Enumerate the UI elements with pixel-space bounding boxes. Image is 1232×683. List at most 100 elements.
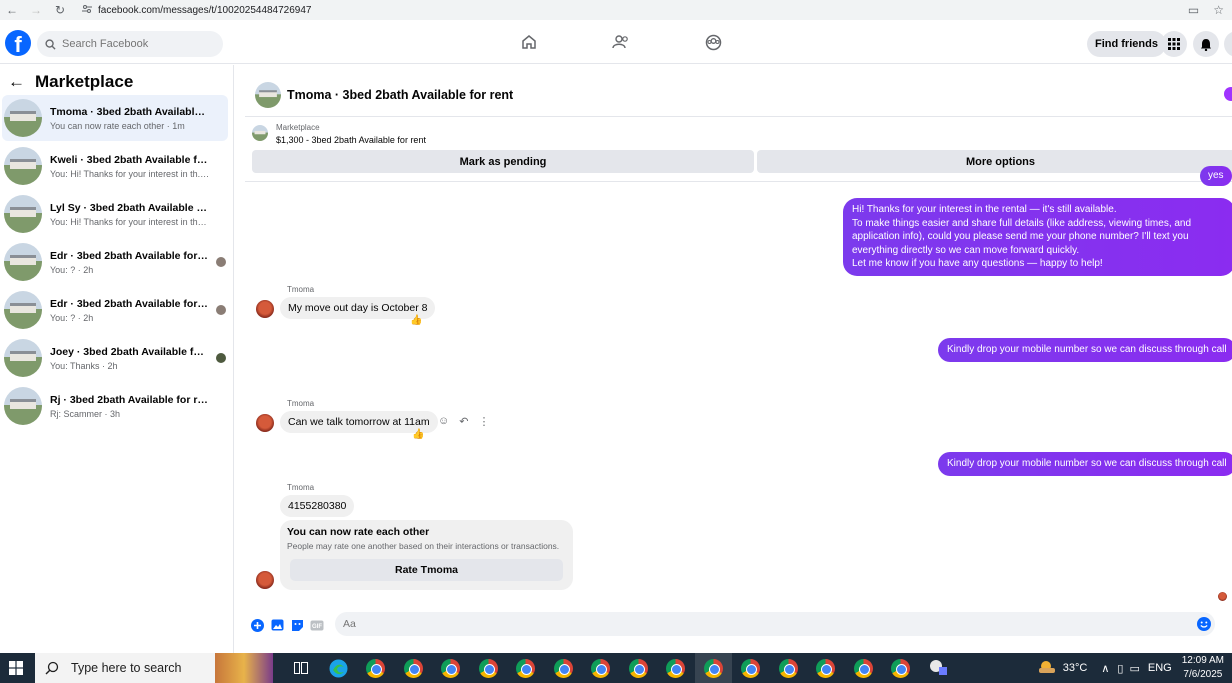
- friends-icon[interactable]: [612, 32, 630, 52]
- address-bar[interactable]: facebook.com/messages/t/100202544847269​…: [76, 2, 1176, 18]
- plus-circle-icon[interactable]: [250, 618, 264, 632]
- sender-avatar[interactable]: [256, 300, 274, 318]
- chrome-icon[interactable]: [470, 653, 508, 683]
- message-line: everything directly so we can move forwa…: [852, 244, 1080, 256]
- edge-browser-icon[interactable]: [320, 653, 358, 683]
- back-arrow-icon[interactable]: ←: [0, 0, 24, 20]
- facebook-header: f Find friends: [0, 20, 1232, 64]
- listing-thumbnail[interactable]: [255, 81, 281, 108]
- chrome-icon[interactable]: [357, 653, 395, 683]
- task-view-icon[interactable]: [282, 653, 320, 683]
- message-composer: GIF: [245, 611, 1232, 639]
- chrome-icon[interactable]: [395, 653, 433, 683]
- network-icon[interactable]: ▭: [1129, 662, 1139, 675]
- notifications-bell-icon[interactable]: [1193, 31, 1219, 57]
- marketplace-sidebar: ← Marketplace Tmoma · 3bed 2bath Availab…: [0, 65, 234, 653]
- chrome-icon[interactable]: [545, 653, 583, 683]
- conversation-title: Tmoma · 3bed 2bath Available for ...: [50, 105, 210, 118]
- taskbar-search[interactable]: Type here to search: [35, 653, 273, 683]
- conversation-item[interactable]: Rj · 3bed 2bath Available for rent Rj: Sc…: [2, 383, 228, 429]
- conversation-item[interactable]: Edr · 3bed 2bath Available for re... You:…: [2, 239, 228, 285]
- clock-time: 12:09 AM: [1181, 655, 1224, 666]
- mark-as-pending-button[interactable]: Mark as pending: [252, 150, 754, 173]
- chrome-icon[interactable]: [732, 653, 770, 683]
- react-smiley-icon[interactable]: ☺: [438, 415, 449, 428]
- account-avatar[interactable]: [1224, 31, 1232, 57]
- groups-icon[interactable]: [704, 32, 722, 52]
- gif-icon[interactable]: GIF: [310, 618, 324, 632]
- conversation-preview: You: ? · 2h: [50, 312, 94, 323]
- rate-user-button[interactable]: Rate Tmoma: [290, 559, 563, 581]
- listing-summary[interactable]: Marketplace $1,300 - 3bed 2bath Availabl…: [252, 123, 1232, 147]
- battery-icon[interactable]: ▯: [1117, 662, 1123, 675]
- reload-icon[interactable]: ↻: [48, 0, 72, 20]
- sender-name: Tmoma: [287, 483, 315, 492]
- message-line: Let me know if you have any questions — …: [852, 258, 1103, 269]
- menu-grid-icon[interactable]: [1161, 31, 1187, 57]
- back-arrow-icon[interactable]: ←: [8, 72, 25, 92]
- chrome-icon[interactable]: [694, 653, 732, 683]
- temperature[interactable]: 33°C: [1063, 662, 1088, 674]
- clock-date: 7/6/2025: [1183, 669, 1223, 680]
- conversation-item[interactable]: Kweli · 3bed 2bath Available for rent You…: [2, 143, 228, 189]
- sender-avatar[interactable]: [256, 571, 274, 589]
- incoming-message: 4155280380: [280, 495, 355, 517]
- conversation-item[interactable]: Lyl Sy · 3bed 2bath Available for re... Y…: [2, 191, 228, 237]
- conversation-title: Kweli · 3bed 2bath Available for rent: [50, 153, 210, 166]
- chrome-icon[interactable]: [507, 653, 545, 683]
- chrome-icon[interactable]: [582, 653, 620, 683]
- reply-icon[interactable]: ↶: [459, 415, 468, 428]
- chat-title[interactable]: Tmoma · 3bed 2bath Available for rent: [287, 88, 513, 102]
- thumbs-up-reaction-icon[interactable]: 👍: [410, 315, 422, 326]
- find-friends-button[interactable]: Find friends: [1087, 31, 1166, 57]
- thumbs-up-reaction-icon[interactable]: 👍: [412, 429, 424, 440]
- search-input[interactable]: [62, 38, 212, 50]
- cast-icon[interactable]: ▭: [1188, 3, 1199, 17]
- conversation-item[interactable]: Edr · 3bed 2bath Available for re... You:…: [2, 287, 228, 333]
- emoji-icon[interactable]: [1197, 617, 1211, 634]
- message-input[interactable]: [343, 618, 1143, 630]
- outgoing-message: Hi! Thanks for your interest in the rent…: [843, 198, 1232, 276]
- sticker-icon[interactable]: [290, 618, 304, 632]
- chrome-icon[interactable]: [845, 653, 883, 683]
- weather-icon[interactable]: [1037, 659, 1057, 678]
- info-icon[interactable]: [1224, 87, 1232, 101]
- taskbar-search-placeholder: Type here to search: [71, 661, 182, 675]
- listing-price: $1,300 - 3bed 2bath Available for rent: [276, 135, 426, 145]
- sender-name: Tmoma: [287, 285, 315, 294]
- bookmark-star-icon[interactable]: ☆: [1213, 3, 1224, 17]
- language-indicator[interactable]: ENG: [1148, 662, 1172, 674]
- conversation-item[interactable]: Tmoma · 3bed 2bath Available for ... You …: [2, 95, 228, 141]
- more-options-button[interactable]: More options: [757, 150, 1232, 173]
- listing-thumbnail: [4, 243, 42, 281]
- search-highlight-image: [215, 653, 273, 683]
- url-text[interactable]: facebook.com/messages/t/100202544847269​…: [98, 5, 312, 16]
- home-icon[interactable]: [520, 32, 538, 52]
- listing-thumbnail: [4, 291, 42, 329]
- facebook-logo-letter: f: [14, 32, 22, 56]
- chrome-icon[interactable]: [807, 653, 845, 683]
- photo-icon[interactable]: [270, 618, 284, 632]
- chrome-icon[interactable]: [620, 653, 658, 683]
- chrome-icon[interactable]: [432, 653, 470, 683]
- conversation-title: Edr · 3bed 2bath Available for re...: [50, 297, 210, 310]
- app-icon[interactable]: [920, 653, 958, 683]
- outgoing-message: Kindly drop your mobile number so we can…: [938, 452, 1232, 476]
- sender-avatar[interactable]: [256, 414, 274, 432]
- seen-avatar: [216, 353, 226, 363]
- conversation-item[interactable]: Joey · 3bed 2bath Available for r... You:…: [2, 335, 228, 381]
- forward-arrow-icon[interactable]: →: [24, 0, 48, 20]
- site-settings-icon[interactable]: [82, 4, 92, 14]
- chrome-icon[interactable]: [770, 653, 808, 683]
- more-vertical-icon[interactable]: ⋮: [478, 415, 489, 428]
- message-list: yes Hi! Thanks for your interest in the …: [245, 166, 1232, 601]
- conversation-preview: You: Hi! Thanks for your interest in th.…: [50, 168, 210, 179]
- show-hidden-icons-icon[interactable]: ∧: [1101, 662, 1109, 675]
- clock[interactable]: 12:09 AM 7/6/2025: [1182, 654, 1224, 682]
- facebook-search[interactable]: [37, 31, 223, 57]
- chrome-icon[interactable]: [657, 653, 695, 683]
- facebook-logo[interactable]: f: [5, 30, 31, 56]
- windows-start-icon[interactable]: [0, 653, 32, 683]
- chrome-icon[interactable]: [882, 653, 920, 683]
- message-input-box[interactable]: [335, 612, 1215, 636]
